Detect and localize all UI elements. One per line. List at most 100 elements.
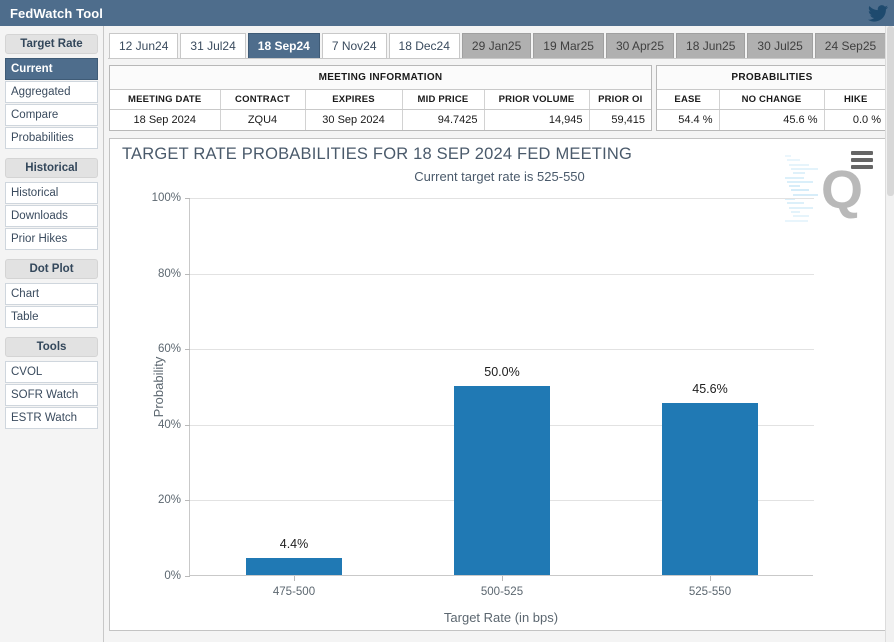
y-axis-label: Probability (150, 356, 166, 417)
x-tick-label: 475-500 (272, 586, 316, 598)
twitter-icon[interactable] (862, 0, 894, 26)
col-no-change: NO CHANGE (719, 89, 825, 110)
y-tick-mark (185, 500, 190, 502)
sidebar-item-sofr-watch[interactable]: SOFR Watch (5, 384, 98, 406)
x-tick-label: 500-525 (480, 586, 524, 598)
cell-prior-oi: 59,415 (611, 114, 645, 126)
bar[interactable] (662, 402, 758, 575)
sidebar-heading-target-rate: Target Rate (5, 34, 98, 54)
meeting-date-tabs: 12 Jun24 31 Jul24 18 Sep24 7 Nov24 18 De… (108, 32, 890, 59)
col-mid-price: MID PRICE (402, 89, 485, 110)
cell-mid-price: 94.7425 (402, 109, 485, 130)
cell-no-change: 45.6 % (719, 109, 825, 130)
bar-value-label: 45.6% (692, 381, 728, 396)
sidebar-heading-dot-plot: Dot Plot (5, 259, 98, 279)
col-prior-oi: PRIOR OI (589, 89, 651, 110)
scrollbar-thumb[interactable] (887, 26, 894, 196)
sidebar-item-estr-watch[interactable]: ESTR Watch (5, 407, 98, 429)
tab-19-mar25[interactable]: 19 Mar25 (533, 33, 604, 58)
y-tick-mark (185, 198, 190, 199)
vertical-scrollbar[interactable] (885, 26, 894, 642)
sidebar-item-aggregated[interactable]: Aggregated (5, 81, 98, 103)
gridline (190, 349, 814, 351)
meeting-information-caption: MEETING INFORMATION (110, 66, 651, 90)
sidebar-item-prior-hikes[interactable]: Prior Hikes (5, 228, 98, 250)
summary-tables: MEETING INFORMATION MEETING DATE CONTRAC… (108, 65, 890, 131)
probabilities-caption: PROBABILITIES (657, 66, 887, 90)
col-ease: EASE (657, 89, 720, 110)
chart-subtitle: Current target rate is 525-550 (414, 169, 585, 184)
gridline (190, 273, 814, 275)
plot-area: Probability 0% 20% 40% 60% 80% 100% 4.4% 475-50… (151, 192, 814, 598)
bar[interactable] (246, 558, 342, 575)
col-expires: EXPIRES (305, 89, 403, 110)
watermark-streak (785, 155, 791, 157)
app-title: FedWatch Tool (10, 5, 104, 21)
sidebar-heading-historical: Historical (5, 158, 98, 178)
sidebar-item-compare[interactable]: Compare (5, 104, 98, 126)
probability-chart: TARGET RATE PROBABILITIES FOR 18 SEP 202… (109, 138, 888, 631)
sidebar-item-table[interactable]: Table (5, 306, 98, 328)
y-tick-mark (185, 349, 190, 351)
table-row: 18 Sep 2024 ZQU4 30 Sep 2024 94.7425 14,… (110, 109, 651, 130)
x-tick-label: 525-550 (688, 586, 732, 598)
y-tick-mark (185, 424, 190, 426)
y-tick-label: 100% (151, 192, 181, 204)
watermark-streak (789, 163, 809, 166)
probabilities-table: PROBABILITIES EASE NO CHANGE HIKE 54.4 %… (656, 65, 888, 131)
bar-value-label: 50.0% (484, 365, 520, 379)
col-hike: HIKE (824, 89, 887, 110)
meeting-information-table: MEETING INFORMATION MEETING DATE CONTRAC… (109, 65, 652, 131)
x-tick-mark (502, 576, 503, 581)
sidebar-item-historical[interactable]: Historical (5, 182, 98, 204)
main-content: 12 Jun24 31 Jul24 18 Sep24 7 Nov24 18 De… (104, 26, 894, 642)
watermark-streak (791, 189, 809, 192)
y-tick-mark (185, 576, 190, 577)
col-contract: CONTRACT (220, 89, 306, 110)
sidebar-heading-tools: Tools (5, 337, 98, 357)
tab-7-nov24[interactable]: 7 Nov24 (321, 33, 387, 58)
sidebar: Target Rate Current Aggregated Compare P… (0, 26, 104, 642)
sidebar-item-current[interactable]: Current (5, 58, 98, 80)
bar[interactable] (454, 386, 550, 575)
chart-title: TARGET RATE PROBABILITIES FOR 18 SEP 202… (122, 145, 633, 163)
sidebar-item-probabilities[interactable]: Probabilities (5, 127, 98, 149)
tab-18-sep24[interactable]: 18 Sep24 (247, 33, 320, 58)
col-prior-volume: PRIOR VOLUME (484, 89, 590, 110)
watermark-streak (793, 193, 818, 196)
col-meeting-date: MEETING DATE (110, 89, 221, 110)
x-axis-label: Target Rate (in bps) (443, 610, 559, 625)
sidebar-item-downloads[interactable]: Downloads (5, 205, 98, 227)
tab-30-jul25[interactable]: 30 Jul25 (747, 33, 813, 58)
x-tick-mark (710, 576, 711, 581)
tab-18-jun25[interactable]: 18 Jun25 (676, 33, 746, 58)
tab-24-sep25[interactable]: 24 Sep25 (814, 33, 887, 58)
tab-29-jan25[interactable]: 29 Jan25 (461, 33, 532, 58)
y-tick-label: 80% (157, 267, 181, 280)
cell-meeting-date: 18 Sep 2024 (110, 109, 221, 130)
y-tick-label: 0% (164, 570, 181, 582)
tab-12-jun24[interactable]: 12 Jun24 (109, 33, 179, 58)
sidebar-item-cvol[interactable]: CVOL (5, 361, 98, 383)
sidebar-item-chart[interactable]: Chart (5, 283, 98, 305)
cell-prior-volume: 14,945 (484, 109, 590, 130)
cell-ease: 54.4 % (657, 109, 720, 130)
y-tick-label: 60% (157, 343, 181, 356)
app-header: FedWatch Tool (0, 0, 894, 26)
gridline (190, 198, 814, 199)
cell-contract: ZQU4 (220, 109, 306, 130)
hamburger-menu-icon[interactable] (851, 151, 873, 169)
cell-expires: 30 Sep 2024 (305, 109, 403, 130)
table-row: 54.4 % 45.6 % 0.0 % (657, 109, 887, 130)
watermark-streak (789, 185, 800, 188)
watermark-streak (787, 159, 800, 162)
y-tick-label: 20% (157, 494, 181, 507)
tab-30-apr25[interactable]: 30 Apr25 (605, 33, 675, 58)
y-tick-mark (185, 273, 190, 275)
tab-31-jul24[interactable]: 31 Jul24 (180, 33, 246, 58)
tab-18-dec24[interactable]: 18 Dec24 (388, 33, 460, 58)
x-tick-mark (294, 576, 295, 581)
